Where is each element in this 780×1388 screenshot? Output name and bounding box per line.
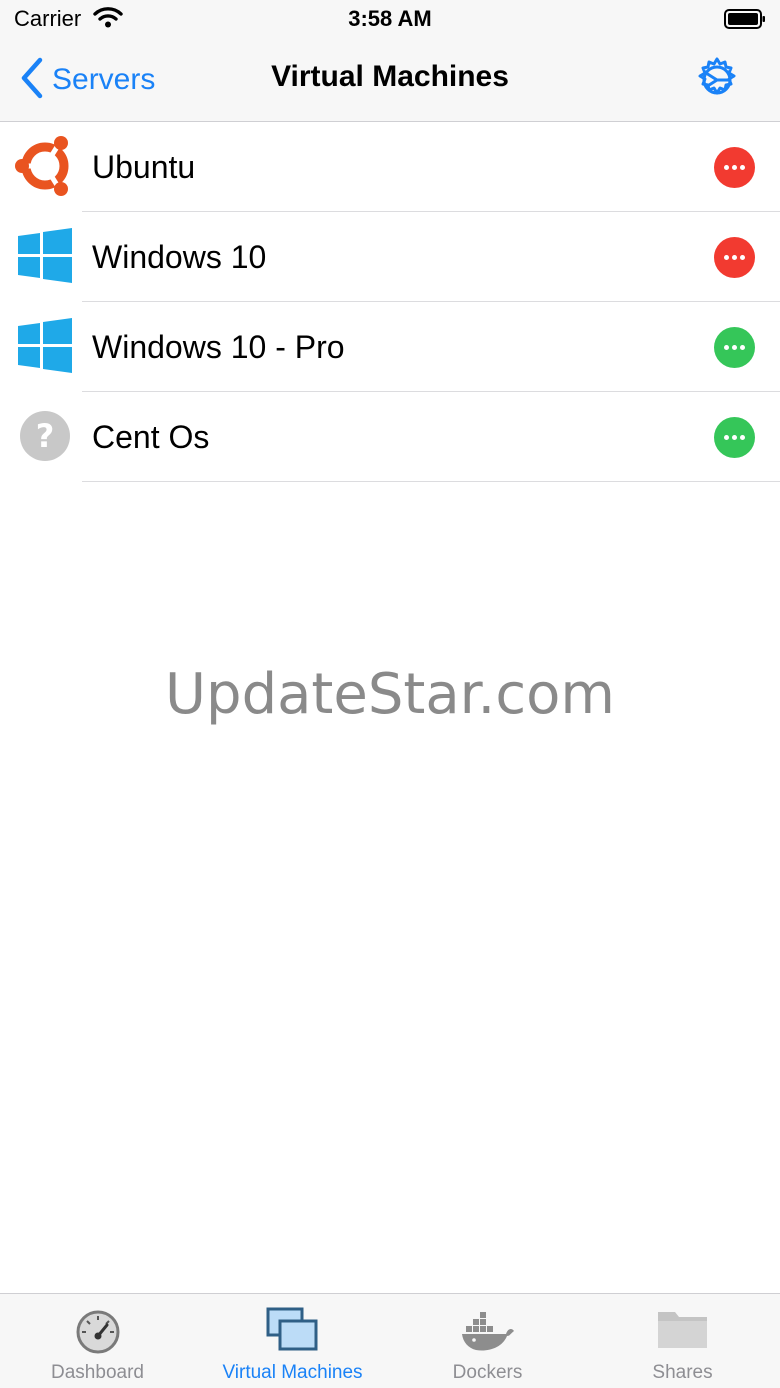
more-dots-icon	[724, 255, 745, 260]
windows-logo-icon	[14, 315, 76, 377]
tab-label: Shares	[652, 1362, 713, 1383]
more-dots-icon	[724, 345, 745, 350]
virtual-machines-icon	[265, 1306, 321, 1354]
vm-actions-button[interactable]	[714, 327, 755, 368]
status-time: 3:58 AM	[348, 6, 432, 31]
tab-bar: Dashboard Virtual Machines Dockers Share…	[0, 1293, 780, 1388]
vm-row-windows-10[interactable]: Windows 10	[0, 212, 780, 302]
page-title: Virtual Machines	[271, 60, 509, 93]
tab-label: Dashboard	[51, 1362, 144, 1383]
tab-virtual-machines[interactable]: Virtual Machines	[195, 1294, 390, 1388]
vm-row-cent-os[interactable]: ? Cent Os	[0, 392, 780, 482]
vm-actions-button[interactable]	[714, 237, 755, 278]
tab-shares[interactable]: Shares	[585, 1294, 780, 1388]
tab-label: Virtual Machines	[222, 1362, 363, 1383]
svg-text:?: ?	[36, 417, 55, 455]
vm-list: Ubuntu Windows 10 Windows 10 - Pro ? Cen…	[0, 122, 780, 482]
watermark: UpdateStar.com	[165, 662, 615, 727]
settings-gear-icon[interactable]	[693, 56, 741, 104]
ubuntu-logo-icon	[14, 135, 76, 197]
vm-row-ubuntu[interactable]: Ubuntu	[0, 122, 780, 212]
more-dots-icon	[724, 165, 745, 170]
speedometer-icon	[70, 1306, 126, 1354]
vm-name: Windows 10	[92, 239, 267, 275]
more-dots-icon	[724, 435, 745, 440]
vm-actions-button[interactable]	[714, 147, 755, 188]
tab-label: Dockers	[452, 1362, 523, 1383]
docker-whale-icon	[460, 1306, 516, 1354]
row-divider	[82, 481, 780, 482]
windows-logo-icon	[14, 225, 76, 287]
battery-icon	[724, 9, 766, 29]
vm-name: Ubuntu	[92, 149, 196, 185]
vm-actions-button[interactable]	[714, 417, 755, 458]
tab-dashboard[interactable]: Dashboard	[0, 1294, 195, 1388]
status-bar: Carrier 3:58 AM	[0, 0, 780, 40]
tab-dockers[interactable]: Dockers	[390, 1294, 585, 1388]
vm-name: Cent Os	[92, 419, 210, 455]
vm-name: Windows 10 - Pro	[92, 329, 345, 365]
vm-row-windows-10-pro[interactable]: Windows 10 - Pro	[0, 302, 780, 392]
unknown-os-icon: ?	[14, 405, 76, 467]
navigation-bar: Servers Virtual Machines	[0, 40, 780, 122]
folder-icon	[655, 1306, 711, 1354]
